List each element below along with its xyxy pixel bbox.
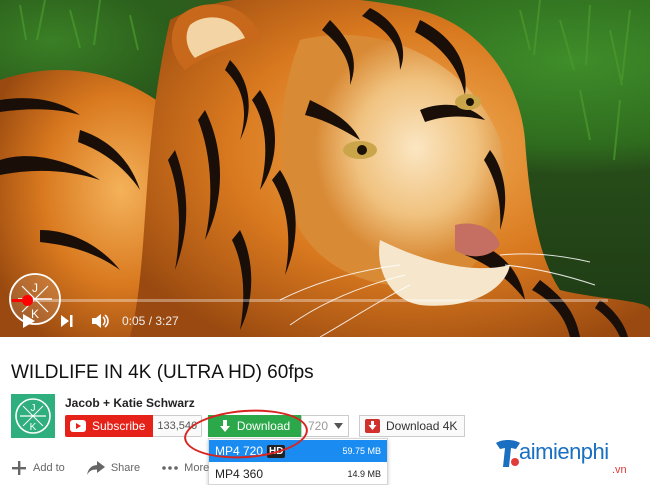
volume-icon — [92, 314, 109, 328]
download-format-dropdown: MP4 720 HD 59.75 MB MP4 360 14.9 MB — [208, 438, 388, 485]
more-button[interactable]: More — [162, 462, 209, 474]
share-button[interactable]: Share — [86, 461, 141, 475]
more-label: More — [184, 462, 210, 474]
add-to-button[interactable]: Add to — [11, 460, 65, 476]
quality-value: 720 — [308, 419, 329, 433]
file-size: 59.75 MB — [342, 446, 381, 456]
subscribe-group: Subscribe 133,546 — [65, 415, 203, 437]
avatar-letter-j: J — [31, 403, 36, 414]
quality-select[interactable]: 720 — [301, 415, 349, 437]
download-4k-icon — [365, 419, 380, 433]
download-button[interactable]: Download — [208, 415, 301, 437]
video-player[interactable]: J K 0:05 / 3:27 — [0, 0, 650, 337]
video-frame-tiger — [0, 0, 650, 337]
subscriber-count: 133,546 — [153, 415, 203, 437]
next-button[interactable] — [56, 309, 78, 333]
player-controls: 0:05 / 3:27 — [0, 305, 650, 337]
avatar-letter-k: K — [30, 422, 37, 433]
duration: 3:27 — [155, 314, 179, 328]
watermark-letter-j: J — [32, 281, 38, 295]
subscribe-button[interactable]: Subscribe — [65, 415, 154, 437]
download-arrow-icon — [219, 419, 230, 432]
share-arrow-icon — [86, 461, 105, 475]
progress-bar[interactable] — [12, 295, 608, 306]
brand-suffix: .vn — [612, 464, 627, 476]
download-4k-label: Download 4K — [386, 419, 458, 433]
plus-icon — [12, 461, 26, 475]
next-icon — [61, 315, 73, 327]
chevron-down-icon — [334, 423, 343, 429]
add-to-label: Add to — [33, 462, 65, 474]
format-option-mp4-720[interactable]: MP4 720 HD 59.75 MB — [209, 440, 387, 462]
play-icon — [23, 314, 35, 328]
current-time: 0:05 — [122, 314, 146, 328]
channel-logo-icon: J K — [15, 398, 51, 434]
subscribe-label: Subscribe — [92, 419, 146, 433]
file-size: 14.9 MB — [347, 469, 381, 479]
site-brand-watermark: aimienphi .vn — [494, 437, 650, 485]
play-button[interactable] — [18, 309, 40, 333]
time-display: 0:05 / 3:27 — [122, 314, 179, 328]
video-actions: Add to Share More — [11, 458, 231, 478]
download-label: Download — [236, 419, 291, 433]
format-option-mp4-360[interactable]: MP4 360 14.9 MB — [209, 463, 387, 485]
brand-logo-icon — [496, 440, 520, 467]
channel-avatar[interactable]: J K — [11, 394, 55, 438]
channel-name[interactable]: Jacob + Katie Schwarz — [65, 396, 195, 410]
video-title: WILDLIFE IN 4K (ULTRA HD) 60fps — [11, 362, 314, 383]
download-4k-button[interactable]: Download 4K — [359, 415, 465, 437]
page: J K 0:05 / 3:27 WILDLIFE IN 4K (ULTRA HD… — [0, 0, 650, 485]
share-label: Share — [110, 462, 141, 474]
youtube-icon — [70, 420, 86, 432]
more-dots-icon — [162, 466, 178, 470]
format-label: MP4 720 — [215, 444, 264, 458]
volume-button[interactable] — [88, 309, 112, 333]
hd-badge: HD — [267, 444, 286, 458]
brand-text: aimienphi — [519, 439, 609, 464]
